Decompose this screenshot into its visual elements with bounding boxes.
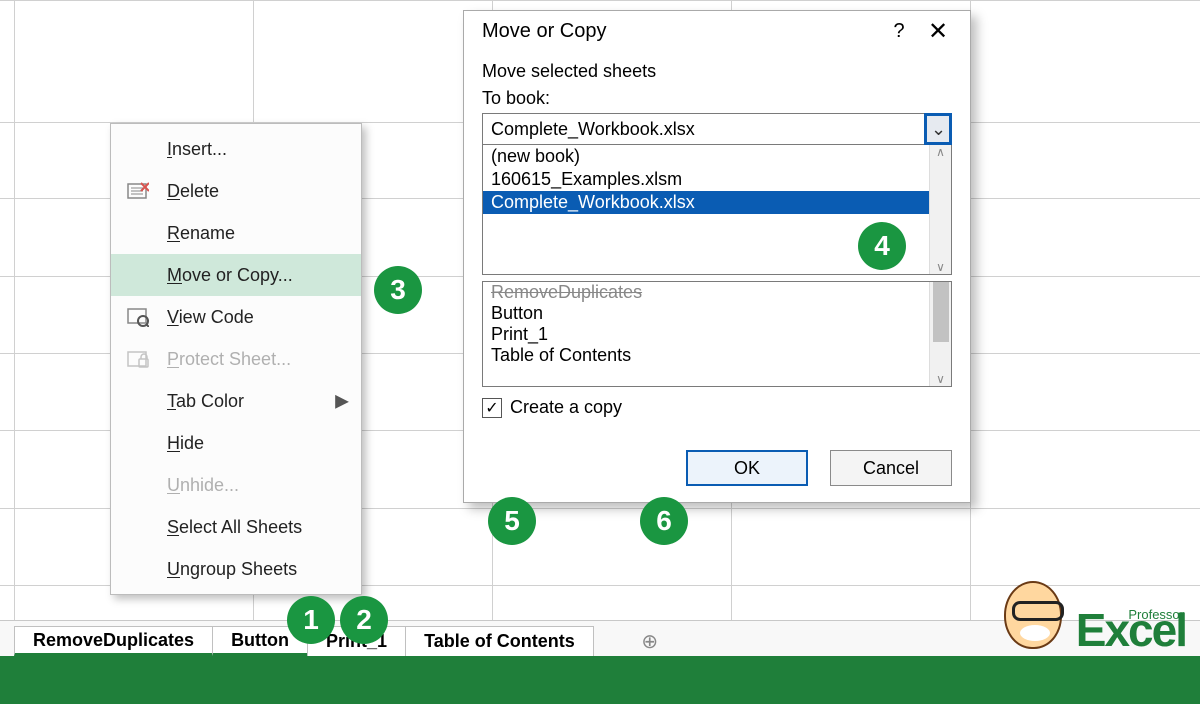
book-scrollbar[interactable]: ∧∨ (929, 145, 951, 274)
add-sheet-button[interactable]: ⊕ (635, 626, 665, 656)
menu-tab-color[interactable]: Tab Color ▶ (111, 380, 361, 422)
before-sheet-list[interactable]: RemoveDuplicates Button Print_1 Table of… (482, 281, 952, 387)
sheet-option-0[interactable]: RemoveDuplicates (483, 282, 951, 303)
menu-select-all-sheets[interactable]: Select All Sheets (111, 506, 361, 548)
menu-hide[interactable]: Hide (111, 422, 361, 464)
view-code-icon (125, 306, 151, 328)
menu-ungroup-sheets[interactable]: Ungroup Sheets (111, 548, 361, 590)
menu-delete[interactable]: Delete (111, 170, 361, 212)
dialog-titlebar: Move or Copy ? ✕ (464, 11, 970, 51)
callout-badge-6: 6 (640, 497, 688, 545)
create-copy-label: Create a copy (510, 397, 622, 418)
sheet-tab-toc[interactable]: Table of Contents (405, 626, 594, 656)
excel-wordmark: Professor Excel (1076, 612, 1186, 649)
menu-insert[interactable]: Insert... (111, 128, 361, 170)
dialog-title: Move or Copy (482, 20, 607, 43)
dialog-subheading: Move selected sheets (482, 61, 952, 82)
to-book-value: Complete_Workbook.xlsx (491, 119, 695, 140)
menu-view-code[interactable]: View Code (111, 296, 361, 338)
create-copy-checkbox[interactable]: ✓ (482, 398, 502, 418)
protect-icon (125, 348, 151, 370)
scroll-down-icon[interactable]: ∨ (936, 372, 945, 386)
callout-badge-1: 1 (287, 596, 335, 644)
scroll-up-icon[interactable]: ∧ (936, 145, 945, 159)
sheet-tab-removeduplicates[interactable]: RemoveDuplicates (14, 626, 213, 656)
menu-protect-sheet: Protect Sheet... (111, 338, 361, 380)
book-option-new[interactable]: (new book) (483, 145, 951, 168)
sheet-context-menu: Insert... Delete Rename Move or Copy... … (110, 123, 362, 595)
dropdown-caret-icon[interactable]: ⌄ (925, 114, 951, 144)
book-option-2[interactable]: Complete_Workbook.xlsx (483, 191, 951, 214)
sheet-scrollbar[interactable]: ∨ (929, 282, 951, 386)
professor-excel-logo: Professor Excel (1004, 581, 1186, 649)
to-book-select[interactable]: Complete_Workbook.xlsx ⌄ (482, 113, 952, 145)
callout-badge-2: 2 (340, 596, 388, 644)
callout-badge-5: 5 (488, 497, 536, 545)
create-copy-row[interactable]: ✓ Create a copy (482, 397, 952, 418)
dialog-close-button[interactable]: ✕ (916, 17, 960, 46)
scroll-down-icon[interactable]: ∨ (936, 260, 945, 274)
callout-badge-4: 4 (858, 222, 906, 270)
menu-unhide: Unhide... (111, 464, 361, 506)
menu-rename[interactable]: Rename (111, 212, 361, 254)
status-bar (0, 656, 1200, 704)
sheet-option-3[interactable]: Table of Contents (483, 345, 951, 366)
callout-badge-3: 3 (374, 266, 422, 314)
professor-face-icon (1004, 581, 1062, 649)
ok-button[interactable]: OK (686, 450, 808, 486)
to-book-label: To book: (482, 88, 952, 109)
menu-move-or-copy[interactable]: Move or Copy... (111, 254, 361, 296)
book-option-1[interactable]: 160615_Examples.xlsm (483, 168, 951, 191)
delete-icon (125, 180, 151, 202)
dialog-help-button[interactable]: ? (882, 20, 916, 43)
submenu-arrow-icon: ▶ (335, 391, 349, 412)
scroll-thumb[interactable] (933, 282, 949, 342)
cancel-button[interactable]: Cancel (830, 450, 952, 486)
sheet-option-1[interactable]: Button (483, 303, 951, 324)
sheet-option-2[interactable]: Print_1 (483, 324, 951, 345)
